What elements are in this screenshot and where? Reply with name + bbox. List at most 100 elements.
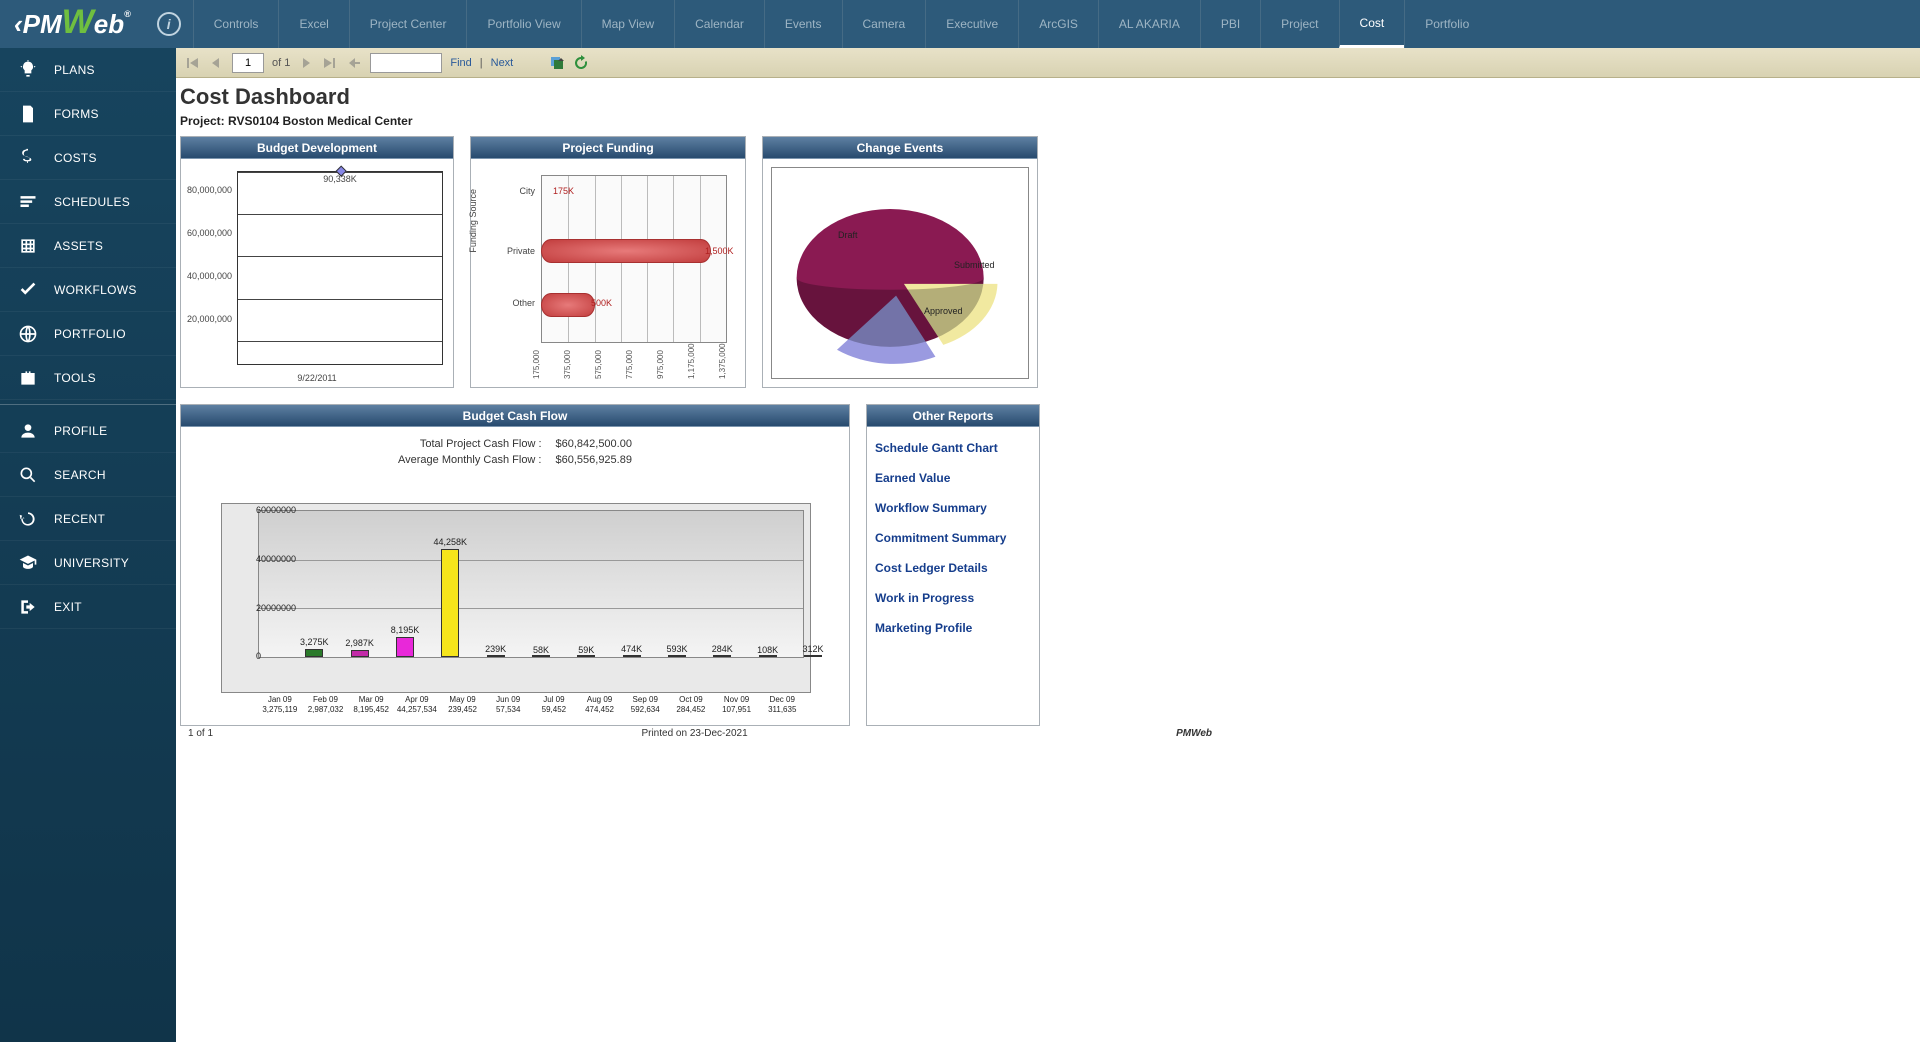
app-logo: ‹PMWeb® xyxy=(0,5,145,44)
panel-header: Budget Development xyxy=(181,137,453,159)
report-link-marketing-profile[interactable]: Marketing Profile xyxy=(875,621,1031,635)
find-link[interactable]: Find xyxy=(450,57,471,69)
topnav-map-view[interactable]: Map View xyxy=(581,0,674,48)
grad-icon xyxy=(16,551,40,575)
sidebar-item-search[interactable]: SEARCH xyxy=(0,453,176,497)
topnav-controls[interactable]: Controls xyxy=(193,0,279,48)
panel-project-funding: Project Funding Funding Source City xyxy=(470,136,746,388)
cashflow-bar xyxy=(623,655,641,657)
user-icon xyxy=(16,419,40,443)
last-page-icon[interactable] xyxy=(322,55,338,71)
panel-other-reports: Other Reports Schedule Gantt Chart Earned… xyxy=(866,404,1040,726)
sidebar-item-university[interactable]: UNIVERSITY xyxy=(0,541,176,585)
report-footer: 1 of 1 Printed on 23-Dec-2021 PMWeb xyxy=(180,726,1220,741)
cashflow-chart[interactable]: 3,275K2,987K8,195K44,258K239K58K59K474K5… xyxy=(221,503,811,693)
cashflow-bar xyxy=(396,637,414,657)
dollar-icon xyxy=(16,146,40,170)
sidebar-item-portfolio[interactable]: PORTFOLIO xyxy=(0,312,176,356)
panel-budget-cashflow: Budget Cash Flow Total Project Cash Flow… xyxy=(180,404,850,726)
sidebar-item-plans[interactable]: PLANS xyxy=(0,48,176,92)
sidebar-item-workflows[interactable]: WORKFLOWS xyxy=(0,268,176,312)
sidebar-item-recent[interactable]: RECENT xyxy=(0,497,176,541)
top-nav: ControlsExcelProject CenterPortfolio Vie… xyxy=(193,0,1490,48)
topnav-pbi[interactable]: PBI xyxy=(1200,0,1260,48)
cashflow-bar xyxy=(351,650,369,657)
sidebar-item-tools[interactable]: TOOLS xyxy=(0,356,176,400)
budget-dev-chart[interactable]: 90,338K xyxy=(237,171,443,365)
panel-header: Project Funding xyxy=(471,137,745,159)
grid-icon xyxy=(16,234,40,258)
topnav-arcgis[interactable]: ArcGIS xyxy=(1018,0,1098,48)
topnav-portfolio[interactable]: Portfolio xyxy=(1404,0,1489,48)
cashflow-bar xyxy=(305,649,323,657)
page-input[interactable] xyxy=(232,53,264,73)
topnav-excel[interactable]: Excel xyxy=(278,0,348,48)
topnav-portfolio-view[interactable]: Portfolio View xyxy=(466,0,580,48)
report-toolbar: of 1 Find | Next xyxy=(176,48,1920,78)
footer-brand: PMWeb xyxy=(1176,728,1212,739)
topnav-cost[interactable]: Cost xyxy=(1339,0,1405,48)
refresh-icon[interactable] xyxy=(573,55,589,71)
history-icon xyxy=(16,507,40,531)
panel-budget-development: Budget Development 90,338K 80,000,000 60… xyxy=(180,136,454,388)
export-icon[interactable] xyxy=(549,55,565,71)
cashflow-stats: Total Project Cash Flow :$60,842,500.00 … xyxy=(390,435,640,469)
cashflow-bar xyxy=(487,655,505,657)
panel-header: Change Events xyxy=(763,137,1037,159)
back-icon[interactable] xyxy=(346,55,362,71)
top-header: ‹PMWeb® i ControlsExcelProject CenterPor… xyxy=(0,0,1920,48)
briefcase-icon xyxy=(16,366,40,390)
topnav-executive[interactable]: Executive xyxy=(925,0,1018,48)
report-link-cost-ledger-details[interactable]: Cost Ledger Details xyxy=(875,561,1031,575)
cashflow-bar xyxy=(532,655,550,657)
report-link-earned-value[interactable]: Earned Value xyxy=(875,471,1031,485)
change-events-chart[interactable]: Draft Submitted Approved xyxy=(771,167,1029,379)
content-area: of 1 Find | Next Cost Dashboard Project:… xyxy=(176,48,1920,1042)
funding-bar-private xyxy=(541,239,711,263)
check-icon xyxy=(16,278,40,302)
topnav-project-center[interactable]: Project Center xyxy=(349,0,467,48)
find-input[interactable] xyxy=(370,53,442,73)
footer-printed: Printed on 23-Dec-2021 xyxy=(641,728,747,739)
sidebar-separator xyxy=(0,404,176,405)
funding-bar-other xyxy=(541,293,595,317)
panel-header: Budget Cash Flow xyxy=(181,405,849,427)
report-link-workflow-summary[interactable]: Workflow Summary xyxy=(875,501,1031,515)
footer-pages: 1 of 1 xyxy=(188,728,213,739)
report-link-work-in-progress[interactable]: Work in Progress xyxy=(875,591,1031,605)
next-link[interactable]: Next xyxy=(491,57,514,69)
sidebar-item-assets[interactable]: ASSETS xyxy=(0,224,176,268)
topnav-project[interactable]: Project xyxy=(1260,0,1338,48)
prev-page-icon[interactable] xyxy=(208,55,224,71)
project-label: Project: RVS0104 Boston Medical Center xyxy=(180,114,1216,128)
report-link-commitment-summary[interactable]: Commitment Summary xyxy=(875,531,1031,545)
info-icon[interactable]: i xyxy=(157,12,181,36)
cashflow-bar xyxy=(804,655,822,657)
sidebar-item-exit[interactable]: EXIT xyxy=(0,585,176,629)
topnav-calendar[interactable]: Calendar xyxy=(674,0,764,48)
bulb-icon xyxy=(16,58,40,82)
form-icon xyxy=(16,102,40,126)
first-page-icon[interactable] xyxy=(184,55,200,71)
cashflow-bar xyxy=(441,549,459,657)
funding-chart[interactable]: City Private Other 175K 1,500K 500K 175,… xyxy=(495,169,737,379)
topnav-al-akaria[interactable]: AL AKARIA xyxy=(1098,0,1200,48)
sidebar-item-schedules[interactable]: SCHEDULES xyxy=(0,180,176,224)
cashflow-bar xyxy=(713,655,731,657)
sidebar-item-costs[interactable]: COSTS xyxy=(0,136,176,180)
topnav-camera[interactable]: Camera xyxy=(842,0,926,48)
sidebar-item-profile[interactable]: PROFILE xyxy=(0,409,176,453)
sidebar-item-forms[interactable]: FORMS xyxy=(0,92,176,136)
topnav-events[interactable]: Events xyxy=(764,0,842,48)
cashflow-bar xyxy=(577,655,595,657)
globe-icon xyxy=(16,322,40,346)
panel-change-events: Change Events Draft Submitted Approved xyxy=(762,136,1038,388)
page-title: Cost Dashboard xyxy=(180,84,1216,110)
cashflow-bar xyxy=(759,655,777,657)
page-of-label: of 1 xyxy=(272,57,290,69)
exit-icon xyxy=(16,595,40,619)
dashboard: Cost Dashboard Project: RVS0104 Boston M… xyxy=(176,78,1216,741)
next-page-icon[interactable] xyxy=(298,55,314,71)
report-link-schedule-gantt-chart[interactable]: Schedule Gantt Chart xyxy=(875,441,1031,455)
panel-header: Other Reports xyxy=(867,405,1039,427)
